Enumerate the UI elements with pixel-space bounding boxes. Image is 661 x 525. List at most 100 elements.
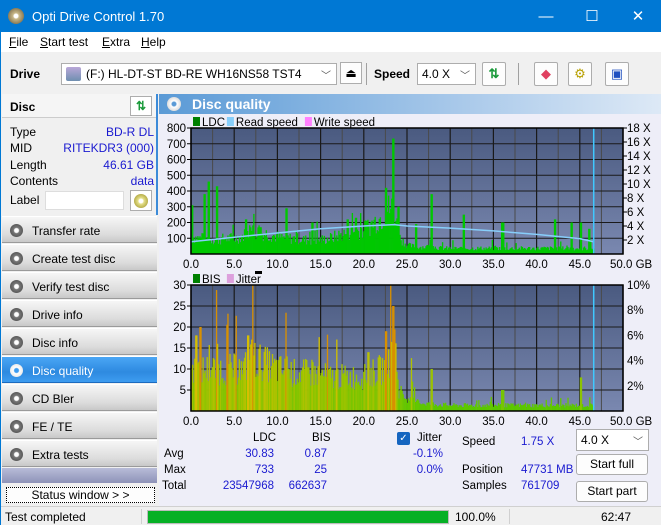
total-ldc: 23547968 [222, 480, 274, 492]
speed-label: Speed [374, 67, 411, 81]
save-button[interactable]: ▣ [605, 62, 629, 86]
checkmark-icon: ✓ [399, 433, 408, 444]
menu-start-test-label: tart test [48, 35, 89, 49]
disc-key: Type [10, 125, 37, 139]
nav-label: Extra tests [32, 448, 89, 462]
position-value: 47731 MB [521, 464, 574, 476]
y-right-tick-label: 4 X [627, 221, 645, 233]
drive-select[interactable]: (F:) HL-DT-ST BD-RE WH16NS58 TST4 ﹀ [61, 63, 337, 85]
disc-title: Disc [10, 100, 36, 114]
eject-icon: ⏏ [345, 66, 357, 80]
maximize-button[interactable]: ☐ [569, 1, 615, 32]
nav-transfer-rate[interactable]: Transfer rate [2, 216, 157, 243]
x-tick-label: 40.0 [525, 416, 547, 428]
erase-button[interactable]: ◆ [534, 62, 558, 86]
disc-label-input[interactable] [45, 191, 124, 210]
nav-label: Create test disc [32, 252, 116, 266]
refresh-button[interactable]: ⇅ [482, 62, 506, 86]
toolbar-separator [366, 63, 367, 85]
y-right-tick-label: 16 X [627, 137, 651, 149]
app-disc-icon [8, 8, 24, 24]
menu-start-test[interactable]: Start test [40, 35, 88, 49]
test-speed-select[interactable]: 4.0 X ﹀ [576, 429, 649, 451]
max-ldc: 733 [254, 464, 274, 476]
charts-area: 800 700 600 500 400 300 200 100 18 X 16 X 14 X 12 X… [167, 117, 653, 428]
legend-swatch [226, 117, 234, 126]
menu-file-label: ile [16, 35, 29, 49]
toolbar: Drive (F:) HL-DT-ST BD-RE WH16NS58 TST4 … [1, 52, 661, 94]
progress-fill [148, 511, 448, 523]
settings-button[interactable]: ⚙ [568, 62, 592, 86]
nav-extra-tests[interactable]: Extra tests [2, 440, 157, 467]
ldc-bar [431, 194, 433, 254]
y-tick-label: 100 [167, 233, 186, 245]
chevron-down-icon: ﹀ [633, 437, 643, 448]
total-label: Total [162, 480, 187, 492]
jitter-label: Jitter [417, 432, 442, 444]
disc-test-icon [10, 448, 23, 461]
y-right-tick-label: 4% [627, 356, 644, 368]
panel-header: Disc quality [159, 94, 661, 114]
disc-row-length: Length 46.61 GB [10, 158, 154, 174]
nav-create-test-disc[interactable]: Create test disc [2, 244, 157, 271]
nav-fe-te[interactable]: FE / TE [2, 412, 157, 439]
disc-test-icon [10, 420, 23, 433]
avg-bis: 0.87 [304, 448, 327, 460]
nav-verify-test-disc[interactable]: Verify test disc [2, 272, 157, 299]
x-tick-label: 35.0 [482, 416, 504, 428]
nav-disc-info[interactable]: Disc info [2, 328, 157, 355]
refresh-icon: ⇅ [488, 66, 500, 81]
chevron-down-icon: ﹀ [321, 71, 331, 82]
menu-file[interactable]: File [9, 35, 28, 49]
nav-label: Verify test disc [32, 280, 110, 294]
start-part-button[interactable]: Start part [576, 481, 648, 502]
legend-label: Write speed [314, 117, 375, 129]
test-speed-value: 4.0 X [581, 433, 610, 447]
ldc-column-header: LDC [253, 432, 277, 444]
legend-swatch [226, 274, 234, 283]
x-tick-label: 45.0 [569, 259, 591, 271]
disc-row-type: Type BD-R DL [10, 125, 154, 141]
menu-help-accel: H [141, 35, 150, 49]
nav-label: Transfer rate [32, 224, 101, 238]
close-button[interactable]: ✕ [615, 1, 661, 32]
disc-test-icon [10, 392, 23, 405]
nav-disc-quality[interactable]: Disc quality [2, 356, 157, 383]
y-tick-label: 15 [173, 343, 186, 355]
legend-swatch [304, 117, 312, 126]
menu-help[interactable]: Help [141, 35, 166, 49]
max-jitter: 0.0% [416, 464, 443, 476]
nav-label: Disc quality [32, 364, 94, 378]
eject-button[interactable]: ⏏ [340, 62, 362, 84]
disc-refresh-button[interactable]: ⇅ [130, 96, 152, 116]
x-tick-label: 0.0 [183, 259, 199, 271]
eraser-icon: ◆ [541, 66, 551, 81]
samples-label: Samples [462, 480, 507, 492]
disc-label-button[interactable] [130, 190, 152, 211]
nav-cd-bler[interactable]: CD Bler [2, 384, 157, 411]
speed-select[interactable]: 4.0 X ﹀ [417, 63, 476, 85]
gears-icon: ⚙ [574, 66, 586, 81]
status-window-button[interactable]: Status window > > [6, 487, 155, 503]
x-tick-label: 30.0 [439, 259, 461, 271]
y-tick-label: 800 [167, 123, 186, 135]
y-right-tick-label: 8 X [627, 193, 645, 205]
x-tick-label: 15.0 [309, 259, 331, 271]
nav-drive-info[interactable]: Drive info [2, 300, 157, 327]
panel-title: Disc quality [192, 96, 271, 112]
start-full-button[interactable]: Start full [576, 454, 648, 475]
x-tick-label: 25.0 [396, 416, 418, 428]
max-label: Max [164, 464, 186, 476]
legend-label: Read speed [236, 117, 298, 129]
x-tick-label: 5.0 [226, 259, 242, 271]
status-text: Test completed [5, 510, 86, 524]
minimize-button[interactable]: — [523, 1, 569, 32]
max-bis: 25 [314, 464, 327, 476]
y-right-tick-label: 2% [627, 381, 644, 393]
menu-extra[interactable]: Extra [102, 35, 130, 49]
legend-label: LDC [202, 117, 225, 129]
drive-icon [66, 67, 81, 81]
disc-quality-icon [167, 97, 181, 111]
jitter-checkbox[interactable]: ✓ [397, 432, 410, 445]
drive-value: (F:) HL-DT-ST BD-RE WH16NS58 TST4 [86, 67, 302, 81]
